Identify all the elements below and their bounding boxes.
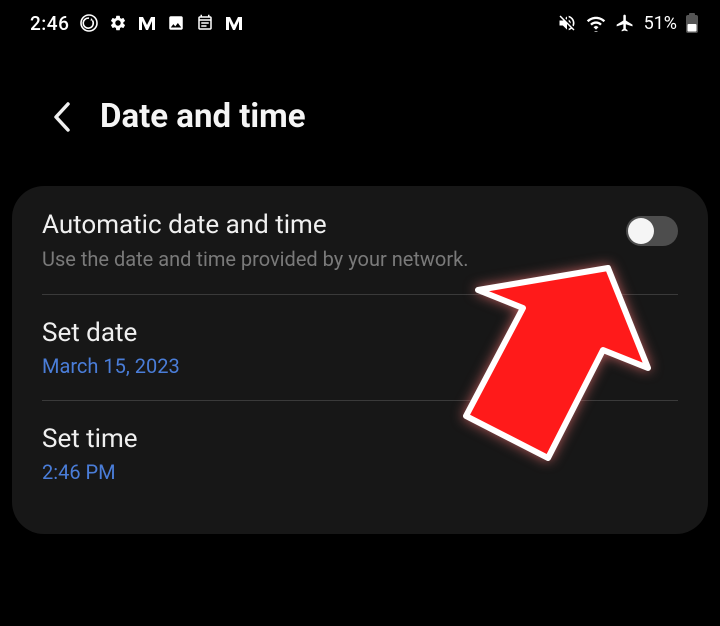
m-icon <box>138 15 156 31</box>
wifi-icon <box>586 14 606 32</box>
grammarly-icon <box>80 14 98 32</box>
row-set-time[interactable]: Set time 2:46 PM <box>12 400 708 506</box>
status-right: 51% <box>557 13 698 34</box>
status-time: 2:46 <box>30 12 69 35</box>
status-left: 2:46 <box>30 12 243 35</box>
chevron-left-icon <box>50 100 72 134</box>
row-text: Automatic date and time Use the date and… <box>42 210 626 272</box>
row-automatic-date-time[interactable]: Automatic date and time Use the date and… <box>12 186 708 294</box>
calendar-icon <box>196 14 214 32</box>
header: Date and time <box>0 42 720 166</box>
set-date-value: March 15, 2023 <box>42 354 678 378</box>
row-set-date[interactable]: Set date March 15, 2023 <box>12 294 708 400</box>
airplane-icon <box>615 13 635 33</box>
auto-subtitle: Use the date and time provided by your n… <box>42 246 626 272</box>
set-time-title: Set time <box>42 424 678 454</box>
back-button[interactable] <box>50 100 72 134</box>
set-time-value: 2:46 PM <box>42 460 678 484</box>
auto-date-time-toggle[interactable] <box>626 216 678 246</box>
set-date-title: Set date <box>42 318 678 348</box>
gear-icon <box>109 14 127 32</box>
page-title: Date and time <box>100 97 306 136</box>
row-text: Set date March 15, 2023 <box>42 318 678 378</box>
row-text: Set time 2:46 PM <box>42 424 678 484</box>
auto-title: Automatic date and time <box>42 210 626 240</box>
mute-icon <box>557 13 577 33</box>
battery-icon <box>686 13 698 33</box>
toggle-knob <box>628 218 654 244</box>
battery-percent: 51% <box>644 13 677 34</box>
image-icon <box>167 14 185 32</box>
settings-panel: Automatic date and time Use the date and… <box>12 186 708 534</box>
m-icon-2 <box>225 15 243 31</box>
status-bar: 2:46 51% <box>0 0 720 42</box>
